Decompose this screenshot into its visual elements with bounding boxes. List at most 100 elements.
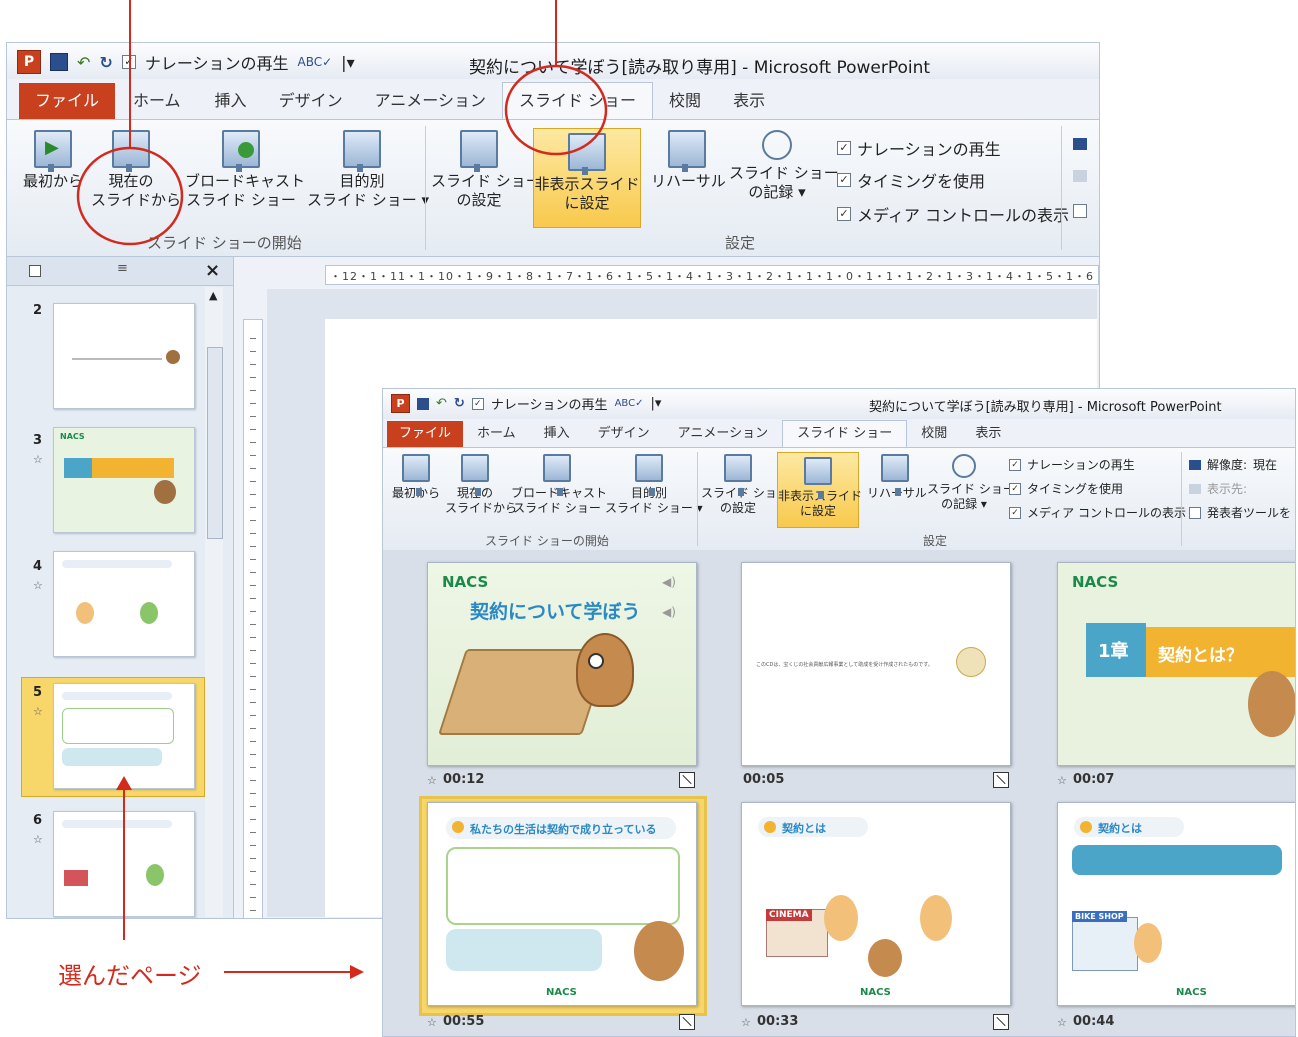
setup-show-button[interactable]: スライド ショー の設定 [431, 130, 541, 210]
undo-icon[interactable]: ↶ [77, 53, 90, 72]
hide-slide-button[interactable]: 非表示スライド に設定 [533, 128, 641, 228]
from-beginning-button[interactable]: 最初から [387, 454, 445, 501]
display-on-select[interactable]: 表示先: [1189, 480, 1247, 497]
thumbnail-slide-6[interactable] [53, 811, 195, 917]
spellcheck-icon[interactable]: ABC✓ [298, 55, 333, 69]
hide-slide-indicator-icon [679, 1014, 695, 1030]
narration-check[interactable]: ✓ ナレーションの再生 [1009, 456, 1135, 473]
tab-insert[interactable]: 挿入 [199, 83, 263, 119]
custom-show-button[interactable]: 目的別 スライド ショー ▾ [605, 454, 703, 516]
thumb-number: 4 [33, 559, 43, 574]
sound-icon[interactable]: ◀) [662, 575, 676, 589]
tab-file[interactable]: ファイル [19, 83, 116, 119]
timing-check[interactable]: ✓ タイミングを使用 [837, 168, 985, 192]
resolution-select[interactable]: 解像度: 現在 [1189, 456, 1277, 473]
outline-tab-icon[interactable]: ≡ [117, 261, 128, 276]
scroll-up-icon[interactable]: ▲ [209, 289, 217, 302]
from-current-button[interactable]: 現在の スライドから [91, 130, 181, 210]
hide-slide-button[interactable]: 非表示スライド に設定 [777, 452, 862, 528]
sorter-slide-5[interactable]: 契約とは CINEMA NACS [741, 802, 1011, 1006]
undo-icon[interactable]: ↶ [436, 396, 447, 411]
person-icon [920, 895, 952, 941]
scroll-thumb[interactable] [207, 347, 223, 539]
media-check-box[interactable]: ✓ [837, 207, 851, 221]
sound-icon[interactable]: ◀) [662, 605, 676, 619]
broadcast-button[interactable]: ブロードキャスト スライド ショー [185, 130, 306, 210]
tab-file[interactable]: ファイル [387, 421, 464, 447]
tab-animation[interactable]: アニメーション [664, 421, 782, 447]
presenter-check-box[interactable] [1189, 506, 1201, 519]
broadcast-label-1: ブロードキャスト [185, 172, 306, 190]
tab-home[interactable]: ホーム [463, 421, 530, 447]
pane-scrollbar[interactable]: ▲ [205, 287, 223, 917]
tab-home[interactable]: ホーム [115, 83, 199, 119]
thumb-number: 3 [33, 433, 43, 448]
slide-title: 契約とは [782, 822, 826, 835]
narration-check-label: ナレーションの再生 [857, 140, 1001, 159]
broadcast-button[interactable]: ブロードキャスト スライド ショー [511, 454, 607, 516]
narration-check-box[interactable]: ✓ [837, 141, 851, 155]
sorter-slide-2[interactable]: このCDは、宝くじの社会貢献広報事業として助成を受け作成されたものです。 [741, 562, 1011, 766]
narration-checkbox[interactable]: ✓ [471, 397, 484, 410]
projector-play-icon [402, 454, 430, 496]
rehearse-button[interactable]: リハーサル [867, 454, 927, 501]
tab-slideshow[interactable]: スライド ショー [501, 82, 654, 119]
tab-design[interactable]: デザイン [584, 421, 664, 447]
from-beginning-button[interactable]: ▶ 最初から [21, 130, 85, 191]
spellcheck-icon[interactable]: ABC✓ [615, 398, 644, 409]
resolution-value[interactable]: 現在 [1253, 456, 1277, 473]
slide-timing: 00:55 [443, 1014, 485, 1029]
thumbnail-slide-5-selected[interactable] [53, 683, 195, 789]
narration-check-box[interactable]: ✓ [1009, 458, 1021, 471]
presenter-checkbox[interactable] [1073, 204, 1087, 218]
timing-check-label: タイミングを使用 [1027, 482, 1124, 496]
redo-icon[interactable]: ↻ [99, 53, 112, 72]
slides-tab-icon[interactable] [29, 265, 41, 277]
sorter-slide-6[interactable]: 契約とは BIKE SHOP NACS [1057, 802, 1295, 1006]
thumbnail-slide-2[interactable] [53, 303, 195, 409]
timing-check-box[interactable]: ✓ [1009, 482, 1021, 495]
save-icon[interactable] [50, 53, 68, 71]
tab-design[interactable]: デザイン [263, 83, 359, 119]
ruler-scale: ・12・1・11・1・10・1・9・1・8・1・7・1・6・1・5・1・4・1・… [330, 270, 1099, 283]
rehearse-button[interactable]: リハーサル [651, 130, 726, 191]
close-pane-icon[interactable]: × [205, 260, 220, 281]
thumbnail-slide-3[interactable]: NACS [53, 427, 195, 533]
thumbnail-slide-4[interactable] [53, 551, 195, 657]
record-show-button[interactable]: スライド ショー の記録 ▾ [729, 130, 839, 202]
customize-arrow-icon[interactable]: |▾ [341, 53, 354, 72]
customize-arrow-icon[interactable]: |▾ [650, 396, 661, 411]
bullet-dot-icon [764, 821, 776, 833]
tab-insert[interactable]: 挿入 [530, 421, 584, 447]
from-current-button[interactable]: 現在の スライドから [445, 454, 517, 516]
save-icon[interactable] [417, 397, 429, 410]
record-show-button[interactable]: スライド ショー の記録 ▾ [927, 454, 1015, 512]
slide-sorter-area: NACS 契約について学ぼう ◀) ◀) ☆ 00:12 このCDは、宝くじの社… [383, 550, 1295, 1036]
media-check[interactable]: ✓ メディア コントロールの表示 [1009, 504, 1186, 521]
sorter-slide-4-selected[interactable]: 私たちの生活は契約で成り立っている NACS [427, 802, 697, 1006]
tab-slideshow[interactable]: スライド ショー [782, 420, 908, 447]
timing-star-icon: ☆ [33, 833, 43, 846]
narration-checkbox[interactable]: ✓ [121, 55, 136, 69]
custom-show-button[interactable]: 目的別 スライド ショー ▾ [307, 130, 429, 210]
media-check-box[interactable]: ✓ [1009, 506, 1021, 519]
setup-show-button[interactable]: スライド ショー の設定 [701, 454, 789, 516]
narration-check[interactable]: ✓ ナレーションの再生 [837, 136, 1001, 160]
projector-icon [461, 454, 489, 496]
custom-show-icon [343, 130, 381, 172]
front-powerpoint-window: P ↶ ↻ ✓ ナレーションの再生 ABC✓ |▾ 契約について学ぼう[読み取り… [382, 388, 1296, 1037]
sorter-slide-3[interactable]: NACS 1章 契約とは？ [1057, 562, 1295, 766]
redo-icon[interactable]: ↻ [454, 396, 465, 411]
media-check[interactable]: ✓ メディア コントロールの表示 [837, 202, 1069, 226]
timing-check[interactable]: ✓ タイミングを使用 [1009, 480, 1123, 497]
timing-check-box[interactable]: ✓ [837, 173, 851, 187]
tab-view[interactable]: 表示 [961, 421, 1015, 447]
tab-view[interactable]: 表示 [717, 83, 781, 119]
tab-review[interactable]: 校閲 [653, 83, 717, 119]
tab-animation[interactable]: アニメーション [359, 83, 502, 119]
presenter-view-check[interactable]: 発表者ツールを [1189, 504, 1291, 521]
sorter-slide-1[interactable]: NACS 契約について学ぼう ◀) ◀) [427, 562, 697, 766]
tab-review[interactable]: 校閲 [907, 421, 961, 447]
timing-star-icon: ☆ [33, 705, 43, 718]
slide-timing: 00:44 [1073, 1014, 1115, 1029]
